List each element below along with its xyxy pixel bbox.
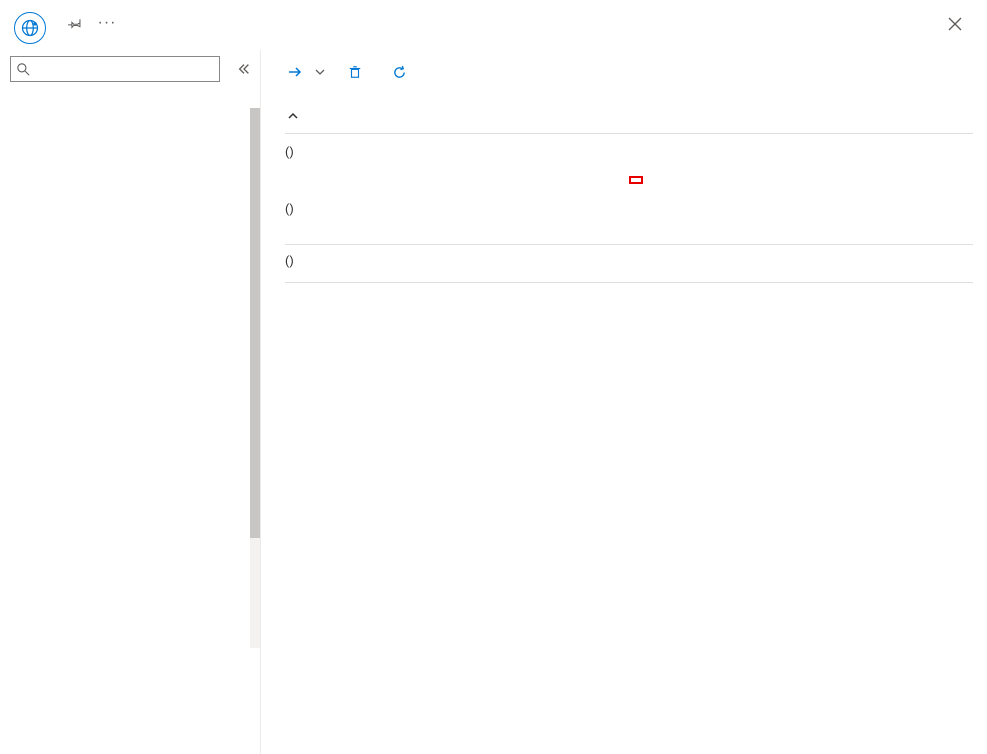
refresh-icon [391,64,407,80]
delete-button[interactable] [345,60,371,84]
resource-icon [14,12,46,44]
sidebar-scrollbar[interactable] [250,108,260,648]
sidebar-menu [10,92,260,754]
blade-header: ··· [0,0,987,50]
trash-icon [347,64,363,80]
sidebar [0,50,260,754]
more-button[interactable]: ··· [94,10,120,36]
close-icon [948,17,962,31]
essentials-toggle[interactable] [285,98,973,134]
search-input[interactable] [10,56,220,82]
move-button[interactable] [285,60,327,84]
chevron-up-icon [285,108,301,124]
tags-row: () [285,245,973,283]
search-icon [17,63,30,76]
quicklinks-title [285,283,973,315]
essentials-panel: () () [285,134,973,245]
chevron-double-left-icon [237,62,251,76]
arrow-right-icon [287,64,303,80]
chevron-down-icon [315,67,325,77]
main-content: () () [260,50,987,754]
globe-icon [20,18,40,38]
command-bar [285,50,973,94]
tags-label: () [285,253,973,268]
subscription-label: () [285,201,629,216]
collapse-sidebar-button[interactable] [232,57,256,81]
resource-group-label: () [285,144,629,159]
more-icon: ··· [98,14,117,32]
refresh-button[interactable] [389,60,415,84]
close-button[interactable] [941,10,969,38]
pin-icon [68,16,82,30]
pin-button[interactable] [62,10,88,36]
id-scope-highlight [629,176,643,184]
